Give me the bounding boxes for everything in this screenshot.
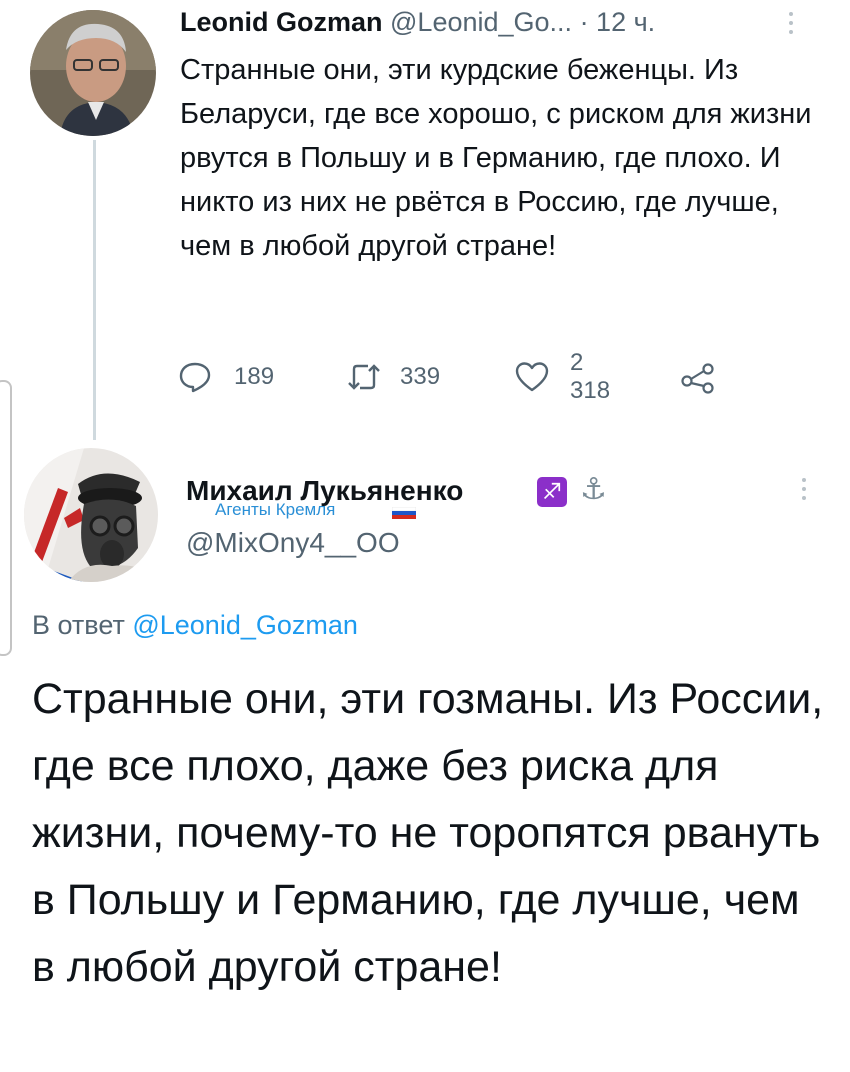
speech-bubble-icon bbox=[178, 360, 212, 394]
russian-flag-icon bbox=[391, 506, 417, 519]
share-button[interactable] bbox=[680, 360, 716, 394]
heart-icon bbox=[514, 360, 550, 394]
reply-count: 189 bbox=[234, 363, 275, 390]
reply-button[interactable]: 189 bbox=[178, 360, 274, 394]
reply-mention-link[interactable]: @Leonid_Gozman bbox=[132, 610, 358, 640]
tweet-timestamp[interactable]: · 12 ч. bbox=[580, 7, 656, 37]
more-vertical-icon[interactable] bbox=[788, 12, 794, 39]
reply-context: В ответ @Leonid_Gozman bbox=[32, 609, 358, 641]
author-name[interactable]: Leonid Gozman bbox=[180, 7, 383, 37]
more-vertical-icon[interactable] bbox=[801, 478, 807, 505]
profile-label-badge: Агенты Кремля bbox=[215, 500, 336, 519]
anchor-icon: ⚓ bbox=[580, 473, 607, 506]
retweet-button[interactable]: 339 bbox=[346, 360, 440, 394]
reply-tweet-text: Странные они, эти гозманы. Из России, гд… bbox=[32, 675, 824, 991]
share-icon bbox=[680, 360, 716, 394]
thread-connector-line bbox=[93, 140, 96, 440]
tweet-header: Leonid Gozman @Leonid_Go... · 12 ч. bbox=[180, 6, 655, 38]
sagittarius-icon: ♐ bbox=[537, 477, 567, 507]
reply-prefix: В ответ bbox=[32, 610, 125, 640]
tweet-text: Странные они, эти курдские беженцы. Из Б… bbox=[180, 54, 812, 262]
replier-avatar[interactable] bbox=[24, 448, 158, 582]
retweet-icon bbox=[346, 360, 382, 394]
author-handle[interactable]: @Leonid_Go... bbox=[390, 7, 572, 37]
author-avatar[interactable] bbox=[30, 10, 156, 136]
scrollbar-track bbox=[0, 380, 12, 656]
retweet-count: 339 bbox=[400, 363, 441, 390]
like-count: 2 318 bbox=[570, 349, 611, 404]
like-button[interactable]: 2 318 bbox=[514, 349, 610, 404]
replier-handle[interactable]: @MixOny4__OO bbox=[186, 526, 400, 560]
